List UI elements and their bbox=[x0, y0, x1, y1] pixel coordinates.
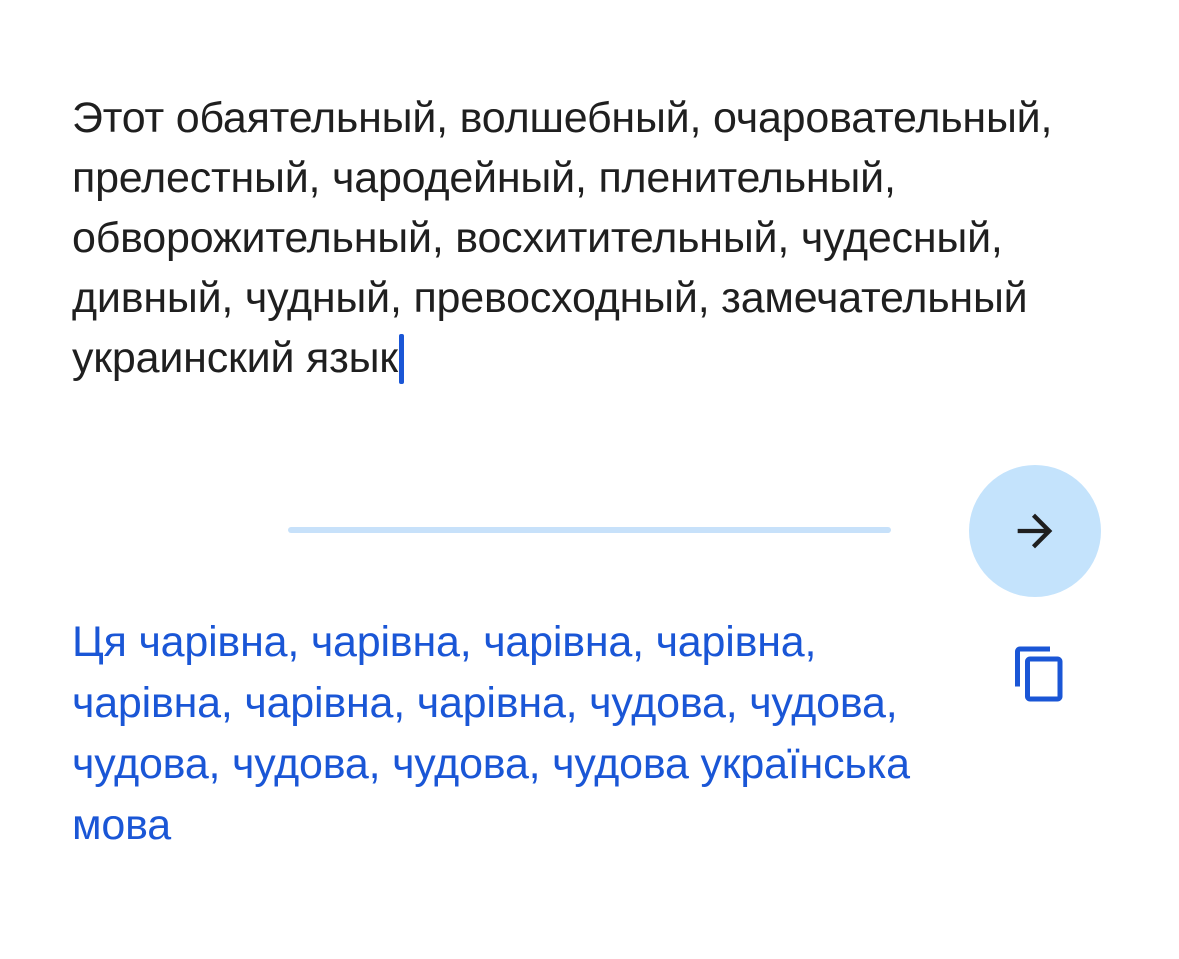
arrow-right-icon bbox=[1017, 513, 1053, 549]
divider-line bbox=[288, 527, 891, 533]
translator-screen: Этот обаятельный, волшебный, очарователь… bbox=[0, 0, 1179, 959]
translate-button[interactable] bbox=[969, 465, 1101, 597]
source-input-area[interactable]: Этот обаятельный, волшебный, очарователь… bbox=[72, 88, 1112, 388]
copy-icon bbox=[1015, 646, 1063, 702]
translation-result-text: Ця чарівна, чарівна, чарівна, чарівна, ч… bbox=[72, 618, 910, 849]
source-text: Этот обаятельный, волшебный, очарователь… bbox=[72, 94, 1053, 382]
text-cursor bbox=[398, 334, 404, 384]
translation-result-area: Ця чарівна, чарівна, чарівна, чарівна, ч… bbox=[72, 612, 972, 856]
copy-button[interactable] bbox=[1004, 638, 1076, 710]
source-text-input[interactable]: Этот обаятельный, волшебный, очарователь… bbox=[72, 88, 1112, 388]
